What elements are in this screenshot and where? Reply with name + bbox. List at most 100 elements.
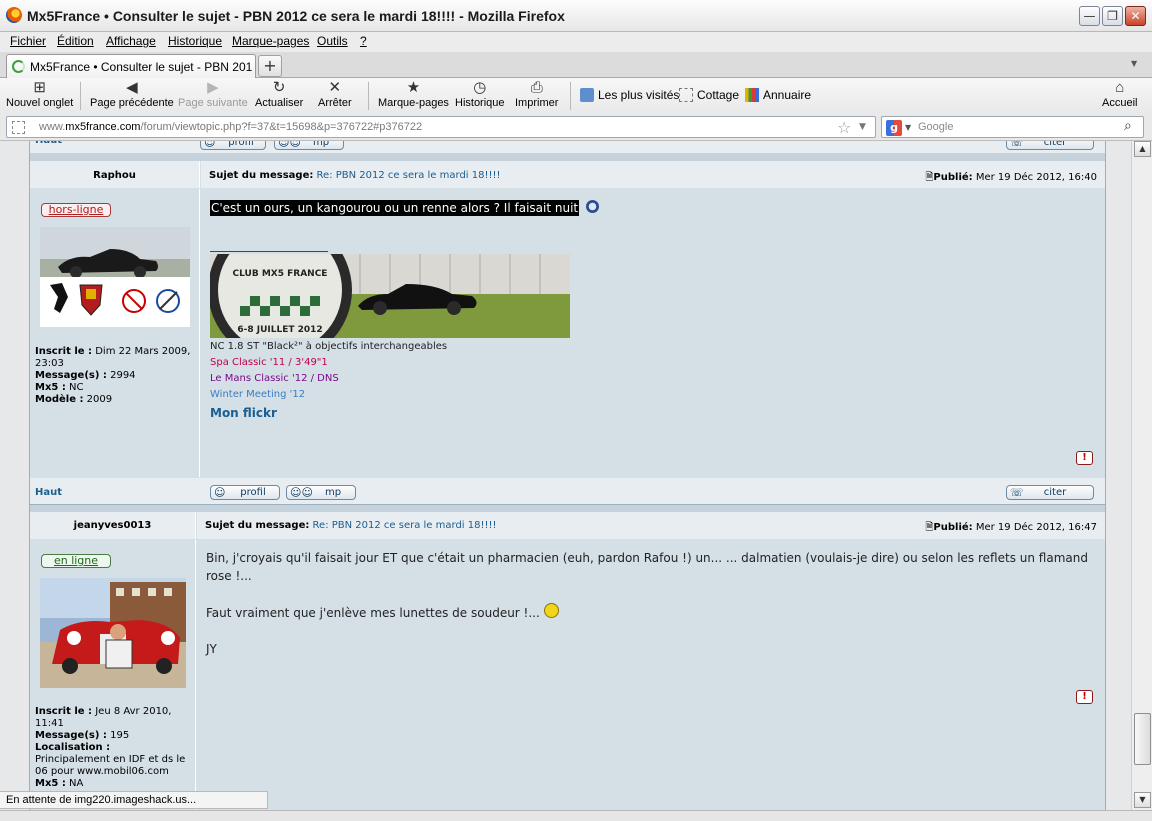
menu-outils[interactable]: Outils xyxy=(317,34,348,48)
pm-button[interactable]: ☺☺ mp xyxy=(286,485,356,500)
banner-title: CLUB MX5 FRANCE xyxy=(233,269,328,279)
back-button[interactable]: ◀ Page précédente xyxy=(90,79,174,110)
google-engine-icon[interactable]: g xyxy=(886,120,902,136)
bookmarks-icon: ★ xyxy=(406,79,421,96)
address-bar[interactable]: www.mx5france.com/forum/viewtopic.php?f=… xyxy=(6,116,876,138)
top-link[interactable]: Haut xyxy=(35,487,62,498)
cottage-label: Cottage xyxy=(697,88,740,102)
signature-line-winter: Winter Meeting '12 xyxy=(210,389,306,400)
user-icon: ☺ xyxy=(204,141,216,149)
history-button[interactable]: ◷ Historique xyxy=(455,80,505,110)
search-box[interactable]: g ▼ Google ⌕ xyxy=(881,116,1144,138)
back-arrow-icon: ◀ xyxy=(126,79,138,96)
forward-arrow-icon: ▶ xyxy=(207,79,219,96)
avatar xyxy=(40,578,186,688)
navigation-toolbar: ⊞ Nouvel onglet ◀ Page précédente ▶ Page… xyxy=(0,78,1152,113)
subject-link[interactable]: Re: PBN 2012 ce sera le mardi 18!!!! xyxy=(313,520,497,531)
post-paragraph-1: Bin, j'croyais qu'il faisait jour ET que… xyxy=(206,551,1088,583)
post-content-cell: Bin, j'croyais qu'il faisait jour ET que… xyxy=(197,540,1105,810)
menu-edition[interactable]: Édition xyxy=(57,34,94,48)
post-author[interactable]: jeanyves0013 xyxy=(30,512,195,531)
messages-label: Message(s) : xyxy=(35,730,107,741)
minimize-button[interactable]: — xyxy=(1079,6,1100,26)
post-content-cell: C'est un ours, un kangourou ou un renne … xyxy=(201,189,1105,477)
stop-icon: ✕ xyxy=(328,79,342,96)
flickr-link[interactable]: Mon flickr xyxy=(210,405,447,421)
close-button[interactable]: ✕ xyxy=(1125,6,1146,26)
new-tab-toolbar-button[interactable]: ⊞ Nouvel onglet xyxy=(6,80,73,110)
engine-dropdown-icon[interactable]: ▼ xyxy=(905,123,911,132)
profile-button-label: profil xyxy=(240,487,266,498)
tab-list-chevron-icon[interactable]: ▼ xyxy=(1131,59,1137,68)
most-visited-label: Les plus visités xyxy=(598,88,680,102)
maximize-button[interactable]: ❐ xyxy=(1102,6,1123,26)
reload-button[interactable]: ↻ Actualiser xyxy=(255,79,303,110)
post-author[interactable]: Raphou xyxy=(30,161,199,181)
profile-details: Inscrit le : Jeu 8 Avr 2010, 11:41 Messa… xyxy=(35,706,193,790)
profile-button[interactable]: ☺ profil xyxy=(210,485,280,500)
site-identity-icon[interactable] xyxy=(12,121,25,134)
home-button[interactable]: ⌂ Accueil xyxy=(1102,80,1138,110)
tab-strip: Mx5France • Consulter le sujet - PBN 201… xyxy=(0,52,1152,78)
bookmark-cottage[interactable]: Cottage xyxy=(679,88,739,102)
pm-button-label: mp xyxy=(312,141,330,148)
location-label: Localisation : xyxy=(35,742,111,753)
status-badge: hors-ligne xyxy=(41,203,111,217)
vertical-scrollbar[interactable]: ▲ ▼ xyxy=(1131,141,1152,810)
home-label: Accueil xyxy=(1102,97,1138,109)
menu-historique[interactable]: Historique xyxy=(168,34,222,48)
new-tab-button[interactable]: + xyxy=(258,55,282,77)
row-separator xyxy=(30,504,1105,512)
toolbar-separator xyxy=(368,82,369,110)
mx5-value: NA xyxy=(69,778,84,789)
quote-button[interactable]: ☏ citer xyxy=(1006,141,1094,150)
quote-button[interactable]: ☏ citer xyxy=(1006,485,1094,500)
scrollbar-thumb[interactable] xyxy=(1134,713,1151,765)
report-button[interactable]: ! xyxy=(1076,690,1093,704)
url-domain: mx5france.com xyxy=(65,121,141,133)
avatar xyxy=(40,227,190,327)
post-date: Mer 19 Déc 2012, 16:47 xyxy=(975,522,1097,533)
pm-button[interactable]: ☺☺ mp xyxy=(274,141,344,150)
bookmark-annuaire[interactable]: Annuaire xyxy=(745,88,811,102)
tab-active[interactable]: Mx5France • Consulter le sujet - PBN 201… xyxy=(6,54,256,78)
top-link[interactable]: Haut xyxy=(35,141,62,146)
menu-affichage[interactable]: Affichage xyxy=(106,34,156,48)
reload-icon: ↻ xyxy=(272,79,286,96)
bookmarks-button[interactable]: ★ Marque-pages xyxy=(378,79,449,110)
location-value: Principalement en IDF et ds le 06 pour w… xyxy=(35,754,186,777)
bookmark-star-icon[interactable]: ☆ xyxy=(837,118,851,137)
post-author-cell: jeanyves0013 xyxy=(30,512,196,539)
menu-fichier[interactable]: Fichier xyxy=(10,34,46,48)
published-label: Publié: xyxy=(933,522,973,533)
report-button[interactable]: ! xyxy=(1076,451,1093,465)
search-icon[interactable]: ⌕ xyxy=(1124,118,1132,134)
post-footer: Haut ☺ profil ☺☺ mp ☏ citer xyxy=(30,478,1105,504)
profile-button[interactable]: ☺ profil xyxy=(200,141,266,150)
subject-link[interactable]: Re: PBN 2012 ce sera le mardi 18!!!! xyxy=(317,170,501,181)
smiley-icon xyxy=(543,603,559,618)
print-button[interactable]: ⎙ Imprimer xyxy=(515,79,558,110)
stop-button[interactable]: ✕ Arrêter xyxy=(318,79,352,110)
menu-marque-pages[interactable]: Marque-pages xyxy=(232,34,309,48)
menu-help[interactable]: ? xyxy=(360,34,367,48)
history-label: Historique xyxy=(455,97,505,109)
printer-icon: ⎙ xyxy=(530,79,543,96)
firefox-icon xyxy=(6,7,22,23)
scroll-up-arrow-icon[interactable]: ▲ xyxy=(1134,141,1151,157)
stop-label: Arrêter xyxy=(318,97,352,109)
published-label: Publié: xyxy=(933,172,973,183)
url-dropdown-icon[interactable]: ▼ xyxy=(859,122,866,132)
status-text: En attente de img220.imageshack.us... xyxy=(0,791,268,809)
post-profile-cell: en ligne Inscrit le : Jeu 8 Avr 2010, 11… xyxy=(30,540,196,810)
post-paragraph-3: JY xyxy=(206,642,217,656)
scroll-down-arrow-icon[interactable]: ▼ xyxy=(1134,792,1151,808)
banner-date: 6-8 JUILLET 2012 xyxy=(237,325,322,335)
post-paragraph-2-wrap: Faut vraiment que j'enlève mes lunettes … xyxy=(206,603,1096,622)
mx5-value: NC xyxy=(69,382,84,393)
profile-button-label: profil xyxy=(228,141,254,148)
bookmark-most-visited[interactable]: Les plus visités xyxy=(580,88,679,102)
signature-line-car: NC 1.8 ST "Black²" à objectifs interchan… xyxy=(210,341,448,352)
toolbar-separator xyxy=(570,82,571,110)
forward-button[interactable]: ▶ Page suivante xyxy=(178,79,248,110)
